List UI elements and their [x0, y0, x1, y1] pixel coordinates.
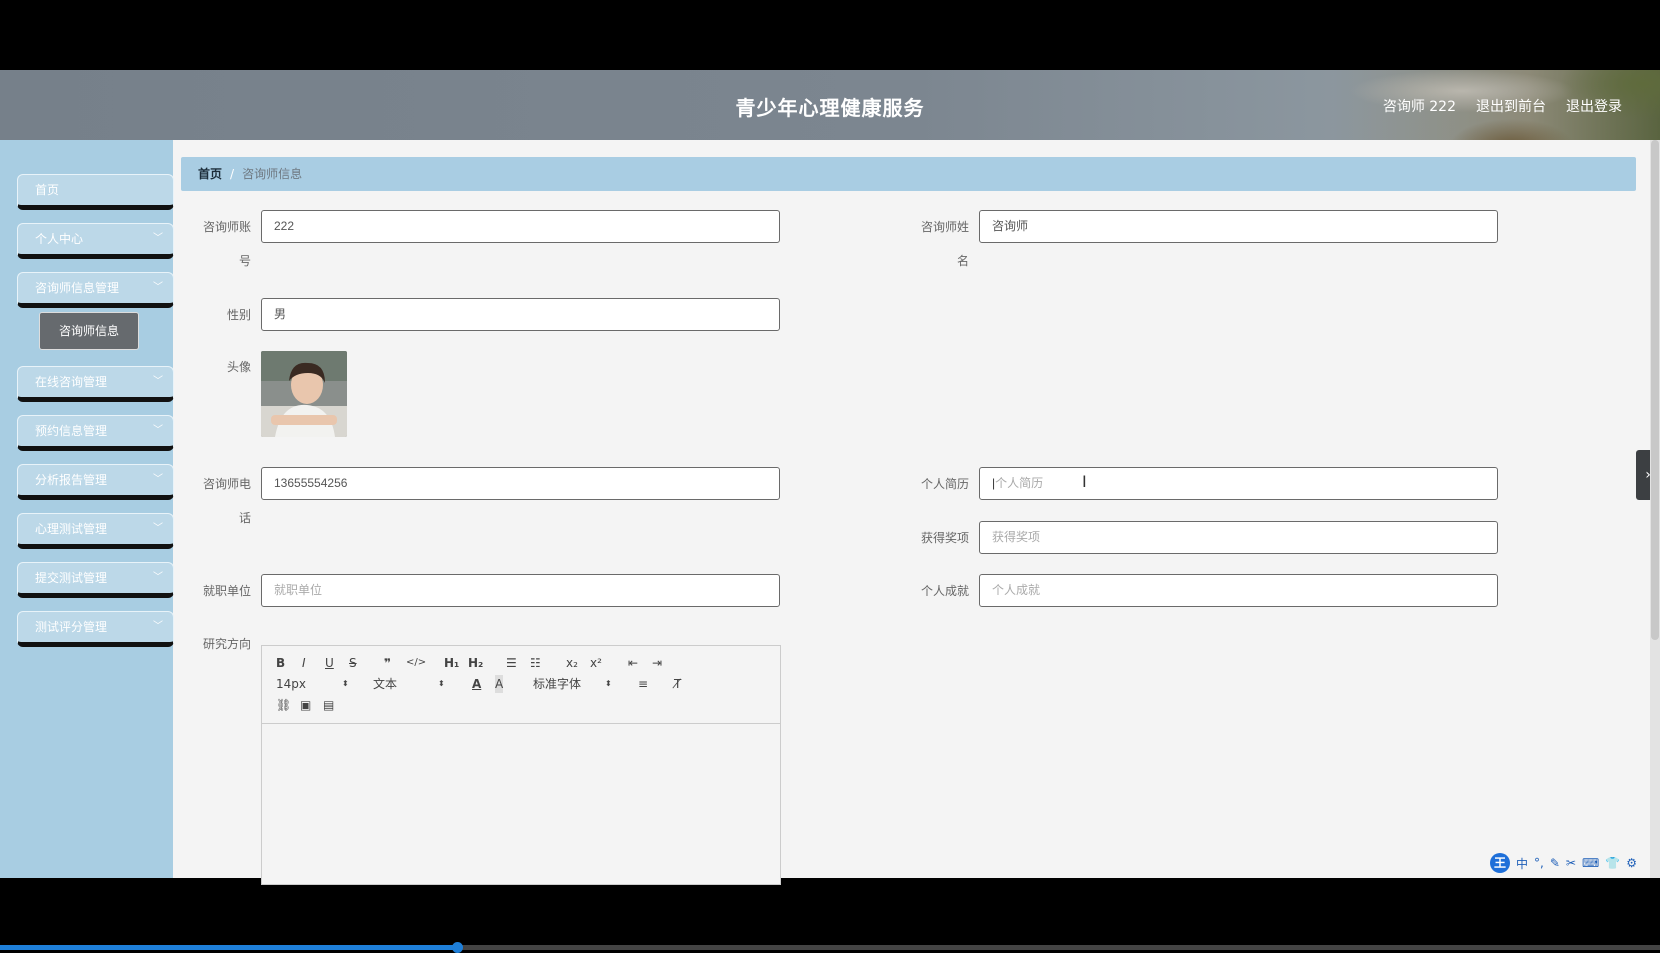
h2-button[interactable]: H₂: [468, 654, 483, 672]
breadcrumb-home[interactable]: 首页: [198, 167, 222, 181]
bold-button[interactable]: B: [276, 654, 285, 672]
phone-label-line2: 话: [238, 511, 251, 525]
editor-toolbar: B I U S ❞ </> H₁ H₂ ☰ ☷ x₂ x² ⇤ ⇥ 14px ⬍…: [262, 646, 780, 724]
clear-format-icon[interactable]: T̸: [674, 675, 681, 693]
h1-button[interactable]: H₁: [444, 654, 459, 672]
ime-pen-icon[interactable]: ✎: [1550, 856, 1560, 870]
ordered-list-icon[interactable]: ☰: [506, 654, 517, 672]
name-field[interactable]: 咨询师: [979, 210, 1498, 243]
phone-field[interactable]: 13655554256: [261, 467, 780, 500]
awards-label: 获得奖项: [920, 531, 969, 545]
select-arrows-icon: ⬍: [342, 679, 349, 688]
select-arrows-icon: ⬍: [605, 679, 612, 688]
indent-icon[interactable]: ⇥: [652, 654, 662, 672]
link-icon[interactable]: ⛓: [276, 696, 291, 714]
ime-logo-icon[interactable]: 王: [1490, 853, 1510, 873]
employer-label: 就职单位: [202, 584, 251, 598]
content-area: 首页 / 咨询师信息 咨询师账 号 222 咨询师姓 名 咨询师 性别 男 头像 咨…: [0, 70, 1660, 885]
ime-punctuation-icon[interactable]: °,: [1534, 856, 1544, 870]
ime-scissors-icon[interactable]: ✂: [1566, 856, 1576, 870]
phone-label-line1: 咨询师电: [202, 477, 251, 491]
ime-keyboard-icon[interactable]: ⌨: [1582, 856, 1599, 870]
outdent-icon[interactable]: ⇤: [628, 654, 638, 672]
gender-field[interactable]: 男: [261, 298, 780, 331]
video-progress-fill: [0, 945, 457, 950]
breadcrumb-current: 咨询师信息: [242, 167, 303, 181]
underline-button[interactable]: U: [325, 654, 334, 672]
achievement-field[interactable]: 个人成就: [979, 574, 1498, 607]
superscript-button[interactable]: x²: [590, 654, 602, 672]
account-label: 咨询师账 号: [193, 210, 251, 278]
account-field[interactable]: 222: [261, 210, 780, 243]
video-progress-bar[interactable]: [0, 942, 1660, 953]
font-color-icon[interactable]: A: [472, 675, 481, 693]
subscript-button[interactable]: x₂: [566, 654, 578, 672]
breadcrumb-separator: /: [230, 167, 235, 181]
ime-language-toggle[interactable]: 中: [1516, 855, 1528, 872]
account-label-line2: 号: [238, 254, 251, 268]
editor-body[interactable]: [262, 724, 780, 884]
gender-label: 性别: [226, 308, 251, 322]
font-size-select[interactable]: 14px: [276, 675, 306, 693]
quote-icon[interactable]: ❞: [384, 654, 391, 672]
video-progress-knob[interactable]: [451, 942, 463, 953]
name-label: 咨询师姓 名: [911, 210, 969, 278]
rich-text-editor: B I U S ❞ </> H₁ H₂ ☰ ☷ x₂ x² ⇤ ⇥ 14px ⬍…: [261, 645, 781, 885]
strike-button[interactable]: S: [349, 654, 357, 672]
name-label-line2: 名: [956, 254, 969, 268]
ime-settings-icon[interactable]: ⚙: [1626, 856, 1637, 870]
bullet-list-icon[interactable]: ☷: [530, 654, 541, 672]
avatar-image[interactable]: [261, 351, 347, 437]
employer-field[interactable]: 就职单位: [261, 574, 780, 607]
avatar-photo-icon: [261, 351, 347, 437]
awards-field[interactable]: 获得奖项: [979, 521, 1498, 554]
phone-label: 咨询师电 话: [193, 467, 251, 535]
ime-skin-icon[interactable]: 👕: [1605, 856, 1620, 870]
achievement-label: 个人成就: [920, 584, 969, 598]
code-icon[interactable]: </>: [406, 654, 426, 672]
ime-toolbar: 王 中 °, ✎ ✂ ⌨ 👕 ⚙: [1490, 853, 1637, 873]
resume-field[interactable]: |个人简历: [979, 467, 1498, 500]
align-icon[interactable]: ≡: [638, 675, 648, 693]
resume-placeholder: 个人简历: [995, 476, 1044, 490]
italic-button[interactable]: I: [302, 654, 306, 672]
research-label: 研究方向: [202, 637, 251, 651]
video-icon[interactable]: ▤: [323, 696, 334, 714]
account-label-line1: 咨询师账: [202, 220, 251, 234]
avatar-label: 头像: [226, 360, 251, 374]
header-select[interactable]: 文本: [373, 675, 397, 693]
select-arrows-icon: ⬍: [438, 679, 445, 688]
resume-label: 个人简历: [920, 477, 969, 491]
page-scrollbar[interactable]: [1650, 140, 1660, 878]
scrollbar-thumb[interactable]: [1651, 140, 1659, 640]
font-family-select[interactable]: 标准字体: [533, 675, 581, 693]
image-icon[interactable]: ▣: [300, 696, 311, 714]
mouse-ibeam-cursor: I: [1082, 472, 1087, 491]
breadcrumb: 首页 / 咨询师信息: [181, 157, 1636, 191]
name-label-line1: 咨询师姓: [920, 220, 969, 234]
background-color-icon[interactable]: A: [495, 675, 504, 693]
